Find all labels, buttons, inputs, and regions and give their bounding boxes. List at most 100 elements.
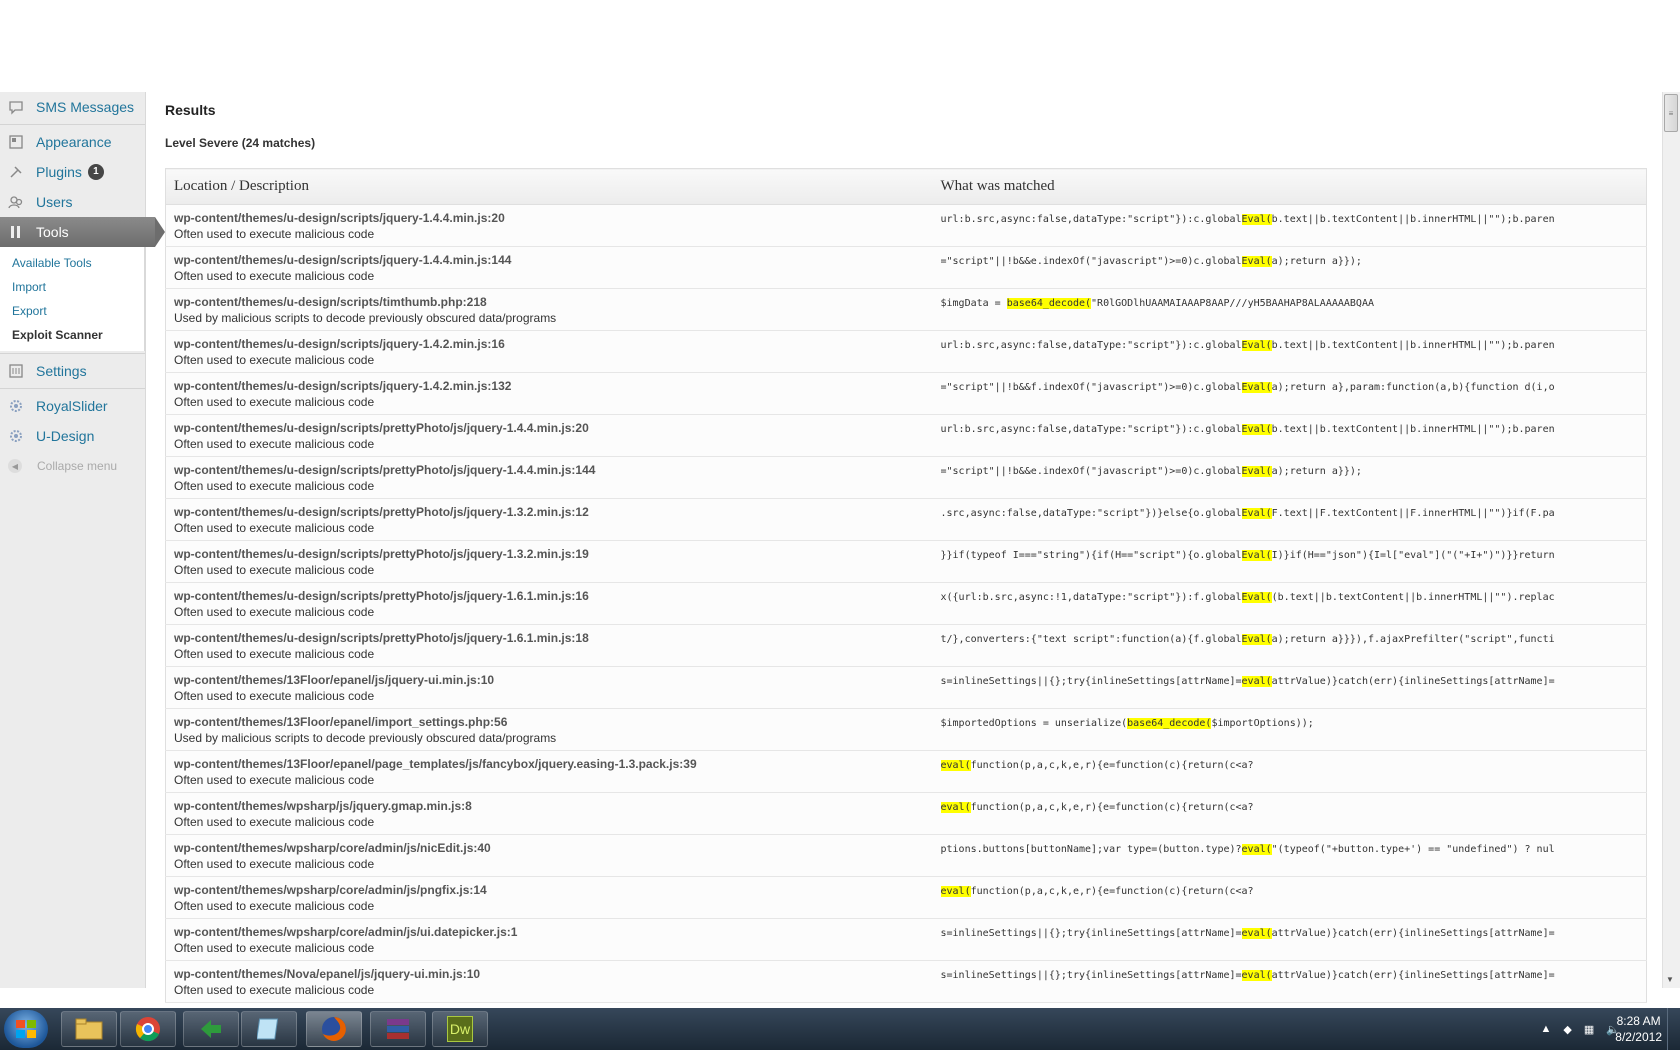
matched-keyword-highlight: eval( xyxy=(1241,969,1272,981)
sidebar-item-tools[interactable]: Tools xyxy=(0,217,155,247)
sidebar-item-sms-messages[interactable]: SMS Messages xyxy=(0,92,145,122)
system-clock[interactable]: 8:28 AM 8/2/2012 xyxy=(1615,1013,1662,1045)
location-cell: wp-content/themes/u-design/scripts/prett… xyxy=(165,498,933,541)
submenu-item-export[interactable]: Export xyxy=(0,299,144,323)
taskbar-chrome-button[interactable] xyxy=(120,1011,176,1047)
file-location: wp-content/themes/u-design/scripts/prett… xyxy=(174,462,596,477)
matched-code: url:b.src,async:false,dataType:"script"}… xyxy=(941,213,1639,225)
column-header-location: Location / Description xyxy=(165,168,933,205)
sidebar-item-label: Tools xyxy=(36,224,69,240)
taskbar-winrar-button[interactable] xyxy=(370,1011,426,1047)
match-description: Used by malicious scripts to decode prev… xyxy=(174,310,557,325)
matched-code-cell: t/},converters:{"text script":function(a… xyxy=(932,624,1647,667)
firefox-icon xyxy=(322,1017,346,1041)
matched-code: .src,async:false,dataType:"script"})}els… xyxy=(941,507,1639,519)
file-location: wp-content/themes/13Floor/epanel/page_te… xyxy=(174,756,697,771)
location-cell: wp-content/themes/13Floor/epanel/import_… xyxy=(165,708,933,751)
matched-code: s=inlineSettings||{};try{inlineSettings[… xyxy=(941,675,1639,687)
matched-code: ptions.buttons[buttonName];var type=(but… xyxy=(941,843,1639,855)
table-row: wp-content/themes/u-design/scripts/prett… xyxy=(165,624,1647,667)
table-row: wp-content/themes/13Floor/epanel/page_te… xyxy=(165,750,1647,793)
show-desktop-button[interactable] xyxy=(1667,1008,1680,1050)
submenu-item-available-tools[interactable]: Available Tools xyxy=(0,251,144,275)
sidebar-item-label: Plugins xyxy=(36,164,82,180)
code-snippet-pre: s=inlineSettings||{};try{inlineSettings[… xyxy=(940,969,1242,981)
location-cell: wp-content/themes/u-design/scripts/jquer… xyxy=(165,330,933,373)
submenu-item-exploit-scanner[interactable]: Exploit Scanner xyxy=(0,323,144,347)
location-cell: wp-content/themes/Nova/epanel/js/jquery-… xyxy=(165,960,933,1003)
sidebar-item-label: Appearance xyxy=(36,134,112,150)
location-cell: wp-content/themes/u-design/scripts/prett… xyxy=(165,456,933,499)
table-row: wp-content/themes/u-design/scripts/jquer… xyxy=(165,204,1647,247)
matched-code: eval(function(p,a,c,k,e,r){e=function(c)… xyxy=(940,801,1639,813)
scroll-down-arrow-icon[interactable]: ▼ xyxy=(1666,975,1674,984)
code-snippet-post: function(p,a,c,k,e,r){e=function(c){retu… xyxy=(970,885,1254,897)
collapse-menu-button[interactable]: ◀ Collapse menu xyxy=(0,451,145,481)
location-cell: wp-content/themes/u-design/scripts/prett… xyxy=(165,414,933,457)
table-row: wp-content/themes/Nova/epanel/js/jquery-… xyxy=(165,960,1647,1003)
clock-date: 8/2/2012 xyxy=(1615,1030,1662,1044)
sidebar-item-users[interactable]: Users xyxy=(0,187,145,217)
users-icon xyxy=(8,194,24,210)
matched-keyword-highlight: base64_decode( xyxy=(1006,297,1092,309)
matched-keyword-highlight: Eval( xyxy=(1241,507,1272,519)
column-header-matched: What was matched xyxy=(932,168,1647,205)
clock-time: 8:28 AM xyxy=(1616,1014,1661,1028)
matched-keyword-highlight: Eval( xyxy=(1241,591,1272,603)
code-snippet-post: I)}if(H=="json"){I=l["eval"]("("+I+")")}… xyxy=(1271,549,1555,561)
file-location: wp-content/themes/u-design/scripts/jquer… xyxy=(174,378,512,393)
scrollbar-thumb[interactable]: ≡ xyxy=(1664,94,1678,132)
table-row: wp-content/themes/wpsharp/core/admin/js/… xyxy=(165,876,1647,919)
settings-icon xyxy=(8,363,24,379)
matched-code: eval(function(p,a,c,k,e,r){e=function(c)… xyxy=(940,759,1639,771)
match-description: Often used to execute malicious code xyxy=(174,856,375,871)
taskbar-explorer-button[interactable] xyxy=(61,1011,117,1047)
matched-code: ="script"||!b&&e.indexOf("javascript")>=… xyxy=(941,465,1639,477)
submenu-item-import[interactable]: Import xyxy=(0,275,144,299)
taskbar-dreamweaver-button[interactable]: Dw xyxy=(432,1011,488,1047)
sidebar-item-u-design[interactable]: U-Design xyxy=(0,421,145,451)
location-cell: wp-content/themes/13Floor/epanel/page_te… xyxy=(165,750,933,793)
file-location: wp-content/themes/wpsharp/js/jquery.gmap… xyxy=(174,798,472,813)
sidebar-item-settings[interactable]: Settings xyxy=(0,356,145,386)
code-snippet-post: a);return a}}); xyxy=(1271,255,1362,267)
matched-code: $imgData = base64_decode("R0lGODlhUAAMAI… xyxy=(941,297,1639,309)
matched-keyword-highlight: eval( xyxy=(1241,843,1272,855)
start-button[interactable] xyxy=(4,1010,48,1048)
table-row: wp-content/themes/u-design/scripts/jquer… xyxy=(165,372,1647,415)
code-snippet-post: a);return a}}); xyxy=(1271,465,1362,477)
matched-keyword-highlight: Eval( xyxy=(1241,423,1272,435)
tools-submenu: Available Tools Import Export Exploit Scann… xyxy=(0,247,145,351)
matched-code-cell: $imgData = base64_decode("R0lGODlhUAAMAI… xyxy=(932,288,1647,331)
taskbar-green-arrow-button[interactable] xyxy=(183,1011,239,1047)
menu-separator xyxy=(0,353,145,354)
location-cell: wp-content/themes/13Floor/epanel/js/jque… xyxy=(165,666,933,709)
sidebar-item-appearance[interactable]: Appearance xyxy=(0,127,145,157)
location-cell: wp-content/themes/u-design/scripts/prett… xyxy=(165,540,933,583)
matched-code: url:b.src,async:false,dataType:"script"}… xyxy=(941,339,1639,351)
network-icon[interactable]: ▦ xyxy=(1584,1023,1594,1036)
winrar-icon xyxy=(387,1019,409,1039)
matched-code: $importedOptions = unserialize(base64_de… xyxy=(941,717,1639,729)
dropbox-icon[interactable]: ◆ xyxy=(1563,1023,1571,1036)
matched-code: eval(function(p,a,c,k,e,r){e=function(c)… xyxy=(940,885,1639,897)
table-row: wp-content/themes/wpsharp/core/admin/js/… xyxy=(165,834,1647,877)
file-location: wp-content/themes/u-design/scripts/jquer… xyxy=(174,210,505,225)
menu-separator xyxy=(0,124,145,125)
matched-code: ="script"||!b&&e.indexOf("javascript")>=… xyxy=(941,255,1639,267)
table-row: wp-content/themes/wpsharp/js/jquery.gmap… xyxy=(165,792,1647,835)
match-description: Used by malicious scripts to decode prev… xyxy=(174,730,557,745)
matched-code-cell: s=inlineSettings||{};try{inlineSettings[… xyxy=(932,666,1647,709)
taskbar-firefox-button[interactable] xyxy=(306,1011,362,1047)
sidebar-item-plugins[interactable]: Plugins 1 xyxy=(0,157,145,187)
vertical-scrollbar[interactable]: ≡ ▼ xyxy=(1662,92,1680,988)
sidebar-item-royalslider[interactable]: RoyalSlider xyxy=(0,391,145,421)
match-description: Often used to execute malicious code xyxy=(174,898,375,913)
collapse-menu-label: Collapse menu xyxy=(37,459,118,473)
tray-expand-icon[interactable]: ▲ xyxy=(1541,1023,1552,1035)
gear-icon xyxy=(8,428,24,444)
taskbar-notepad-button[interactable] xyxy=(241,1011,297,1047)
matched-code-cell: eval(function(p,a,c,k,e,r){e=function(c)… xyxy=(932,876,1647,919)
match-description: Often used to execute malicious code xyxy=(174,604,375,619)
code-snippet-post: "(typeof("+button.type+') == "undefined"… xyxy=(1271,843,1555,855)
